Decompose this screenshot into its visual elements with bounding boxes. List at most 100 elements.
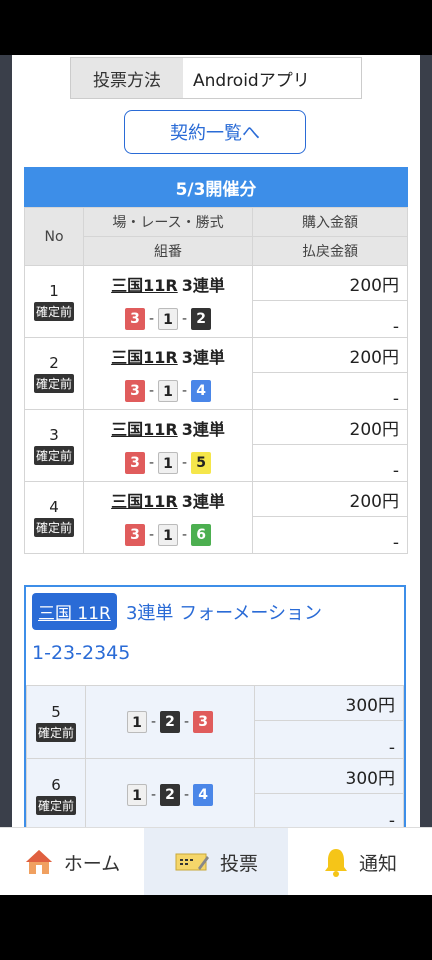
combo-separator: - (182, 382, 188, 399)
row-number: 3 (49, 426, 59, 444)
table-row: 1 確定前 三国11R 3連単 3-1-2 200円 (24, 265, 408, 338)
refund-amount: - (252, 300, 408, 338)
table-row: 6 確定前 1-2-4 300円 (26, 757, 404, 832)
bottom-navigation: ホーム 投票 通知 (0, 827, 432, 896)
status-badge: 確定前 (33, 446, 74, 465)
row-no: 2 確定前 (24, 337, 84, 410)
combo-separator: - (148, 454, 154, 471)
combo-separator: - (182, 310, 188, 327)
race-link[interactable]: 三国11R (111, 416, 178, 440)
race-cell: 三国11R 3連単 3-1-6 (83, 481, 253, 554)
boat-number: 5 (191, 451, 212, 474)
row-number: 4 (49, 498, 59, 516)
ticket-icon (175, 853, 209, 871)
header-race-type: 場・レース・勝式 (83, 207, 253, 237)
status-badge: 確定前 (35, 795, 76, 815)
purchase-amount: 300円 (254, 684, 404, 722)
bet-type: 3連単 (181, 491, 225, 511)
boat-number: 1 (158, 379, 178, 402)
table-row: 4 確定前 三国11R 3連単 3-1-6 200円 (24, 481, 408, 554)
row-no: 5 確定前 (26, 685, 86, 759)
background-left-strip (0, 55, 12, 845)
race-cell: 三国11R 3連単 3-1-5 (83, 409, 253, 482)
combo-separator: - (184, 714, 190, 730)
race-cell: 三国11R 3連単 3-1-4 (83, 337, 253, 410)
combo-separator: - (182, 526, 188, 543)
status-badge: 確定前 (35, 722, 76, 742)
boat-number: 4 (193, 784, 214, 806)
vote-method-value: Androidアプリ (193, 70, 310, 91)
formation-table: 5 確定前 1-2-3 300円 -6 確定前 1-2-4 300円 - (26, 684, 404, 832)
header-combination: 組番 (83, 236, 253, 266)
race-link[interactable]: 三国11R (111, 488, 178, 512)
row-no: 1 確定前 (24, 265, 84, 338)
nav-home[interactable]: ホーム (0, 828, 144, 896)
header-refund: 払戻金額 (252, 236, 408, 266)
formation-title: 3連単 フォーメーション (125, 603, 323, 624)
combination: 1-2-3 (86, 704, 254, 740)
combo-separator: - (148, 382, 154, 399)
combination-cell: 1-2-3 (85, 685, 255, 759)
row-no: 4 確定前 (24, 481, 84, 554)
table-row: 2 確定前 三国11R 3連単 3-1-4 200円 (24, 337, 408, 410)
table-row: 5 確定前 1-2-3 300円 (26, 684, 404, 759)
race-cell: 三国11R 3連単 3-1-2 (83, 265, 253, 338)
nav-home-label: ホーム (63, 852, 121, 875)
refund-amount: - (254, 720, 404, 759)
bet-history-panel[interactable]: 投票方法 Androidアプリ 契約一覧へ 5/3開催分 No 場・レース・勝式… (12, 55, 420, 845)
combination: 3-1-5 (84, 445, 252, 481)
purchase-amount: 300円 (254, 757, 404, 795)
table-row: 3 確定前 三国11R 3連単 3-1-5 200円 (24, 409, 408, 482)
combo-separator: - (148, 310, 154, 327)
row-number: 5 (51, 702, 61, 721)
boat-number: 2 (160, 784, 180, 806)
nav-vote-label: 投票 (219, 852, 258, 875)
boat-number: 3 (124, 451, 145, 474)
formation-race-link[interactable]: 三国 11R (32, 593, 117, 630)
bet-type: 3連単 (181, 419, 225, 439)
race-link[interactable]: 三国11R (111, 272, 178, 296)
formation-block: 三国 11R 3連単 フォーメーション 1-23-2345 5 確定前 1-2-3 3… (24, 585, 406, 845)
status-badge: 確定前 (33, 302, 74, 321)
boat-number: 3 (124, 307, 145, 330)
contract-list-button[interactable]: 契約一覧へ (124, 110, 306, 154)
refund-amount: - (252, 372, 408, 410)
home-icon (25, 850, 52, 874)
nav-vote[interactable]: 投票 (144, 828, 288, 896)
boat-number: 3 (193, 711, 214, 733)
nav-notification-label: 通知 (358, 852, 397, 875)
combo-separator: - (182, 454, 188, 471)
bets-table: No 場・レース・勝式 購入金額 組番 払戻金額 1 確定前 三国11R 3連単 3-1… (24, 207, 408, 554)
combination: 3-1-6 (84, 517, 252, 553)
boat-number: 4 (191, 379, 212, 402)
combination: 3-1-4 (84, 373, 252, 409)
purchase-amount: 200円 (252, 481, 408, 517)
boat-number: 1 (126, 784, 147, 806)
status-badge: 確定前 (33, 374, 74, 393)
row-number: 1 (49, 282, 59, 300)
boat-number: 2 (160, 711, 180, 733)
boat-number: 1 (158, 451, 178, 474)
system-bar (0, 895, 432, 960)
status-badge: 確定前 (33, 518, 74, 537)
bet-type: 3連単 (181, 275, 225, 295)
purchase-amount: 200円 (252, 265, 408, 301)
row-number: 2 (49, 354, 59, 372)
background-right-strip (420, 55, 432, 845)
row-no: 6 確定前 (26, 758, 86, 832)
boat-number: 1 (158, 307, 178, 330)
nav-notification[interactable]: 通知 (288, 828, 432, 896)
row-number: 6 (51, 775, 61, 794)
boat-number: 2 (191, 307, 212, 330)
purchase-amount: 200円 (252, 409, 408, 445)
combination: 1-2-4 (86, 777, 254, 813)
boat-number: 1 (126, 711, 147, 733)
vote-method-row: 投票方法 Androidアプリ (70, 57, 362, 99)
race-link[interactable]: 三国11R (111, 344, 178, 368)
header-purchase: 購入金額 (252, 207, 408, 237)
header-no: No (24, 207, 84, 266)
refund-amount: - (252, 444, 408, 482)
refund-amount: - (252, 516, 408, 554)
combination: 3-1-2 (84, 301, 252, 337)
refund-amount: - (254, 793, 404, 832)
